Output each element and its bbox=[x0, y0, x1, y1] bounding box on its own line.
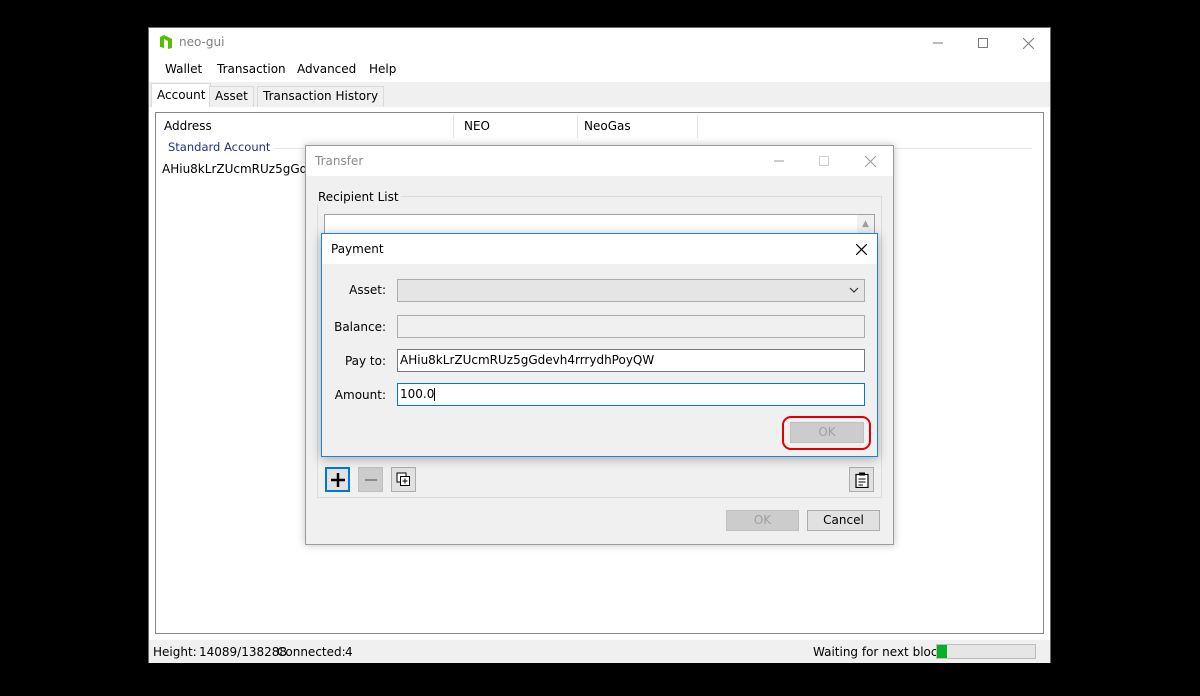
menu-advanced[interactable]: Advanced bbox=[297, 62, 356, 76]
column-address[interactable]: Address bbox=[158, 115, 454, 138]
payment-ok-button[interactable]: OK bbox=[790, 422, 864, 443]
payment-title: Payment bbox=[331, 242, 384, 256]
asset-select[interactable] bbox=[397, 279, 865, 302]
group-header-standard-account: Standard Account bbox=[168, 140, 271, 154]
title-bar: neo-gui bbox=[149, 28, 1050, 58]
tab-bar: Account Asset Transaction History bbox=[149, 82, 1050, 107]
chevron-down-icon bbox=[849, 287, 859, 293]
transfer-minimize-button[interactable] bbox=[756, 146, 802, 176]
chevron-up-icon: ▲ bbox=[862, 219, 869, 229]
plus-icon bbox=[330, 472, 345, 487]
amount-value: 100.0 bbox=[400, 387, 435, 401]
add-recipient-button[interactable] bbox=[325, 467, 350, 492]
height-value: 14089/138288 bbox=[199, 645, 288, 659]
menu-bar: Wallet Transaction Advanced Help bbox=[149, 58, 1050, 82]
pay-to-input[interactable]: AHiu8kLrZUcmRUz5gGdevh4rrrydhPoyQW bbox=[397, 349, 865, 372]
maximize-icon bbox=[819, 156, 829, 166]
column-neo[interactable]: NEO bbox=[458, 115, 578, 138]
amount-label: Amount: bbox=[334, 388, 386, 402]
status-bar: Height: 14089/138288 Connected: 4 Waitin… bbox=[149, 640, 1050, 663]
pay-to-label: Pay to: bbox=[344, 354, 386, 368]
connected-label: Connected: bbox=[277, 645, 346, 659]
connected-value: 4 bbox=[345, 645, 353, 659]
transfer-cancel-button[interactable]: Cancel bbox=[807, 510, 880, 531]
balance-label: Balance: bbox=[334, 320, 386, 334]
transfer-title: Transfer bbox=[315, 154, 364, 168]
progress-fill bbox=[937, 645, 947, 658]
remove-recipient-button[interactable] bbox=[358, 467, 383, 492]
maximize-icon bbox=[978, 38, 988, 48]
tab-asset[interactable]: Asset bbox=[209, 86, 254, 107]
height-label: Height: bbox=[153, 645, 197, 659]
payment-dialog: Payment Asset: Balance: Pay to: AHiu8kLr… bbox=[321, 233, 878, 457]
menu-help[interactable]: Help bbox=[369, 62, 396, 76]
tab-transaction-history[interactable]: Transaction History bbox=[257, 86, 385, 107]
transfer-title-bar: Transfer bbox=[306, 146, 893, 176]
scroll-up-button[interactable]: ▲ bbox=[857, 215, 874, 233]
duplicate-icon bbox=[396, 472, 410, 486]
close-icon bbox=[1022, 37, 1034, 49]
column-neogas[interactable]: NeoGas bbox=[578, 115, 698, 138]
clipboard-icon bbox=[854, 472, 869, 488]
minimize-button[interactable] bbox=[915, 28, 961, 58]
payment-close-button[interactable] bbox=[845, 234, 877, 264]
recipient-list[interactable]: ▲ bbox=[324, 214, 875, 234]
close-button[interactable] bbox=[1005, 28, 1051, 58]
asset-label: Asset: bbox=[349, 283, 386, 297]
minus-icon bbox=[364, 478, 377, 481]
transfer-maximize-button[interactable] bbox=[801, 146, 847, 176]
menu-transaction[interactable]: Transaction bbox=[217, 62, 286, 76]
next-block-progress bbox=[936, 644, 1036, 659]
duplicate-recipient-button[interactable] bbox=[391, 467, 416, 492]
amount-input[interactable]: 100.0 bbox=[397, 383, 865, 406]
window-title: neo-gui bbox=[179, 35, 225, 49]
text-caret bbox=[434, 388, 436, 401]
pay-to-value: AHiu8kLrZUcmRUz5gGdevh4rrrydhPoyQW bbox=[400, 353, 655, 367]
minimize-icon bbox=[774, 160, 784, 162]
close-icon bbox=[855, 243, 867, 255]
transfer-ok-button[interactable]: OK bbox=[726, 510, 799, 531]
next-block-label: Waiting for next block: bbox=[813, 645, 949, 659]
minimize-icon bbox=[933, 42, 943, 44]
menu-wallet[interactable]: Wallet bbox=[165, 62, 202, 76]
recipient-list-label: Recipient List bbox=[316, 190, 401, 204]
payment-title-bar: Payment bbox=[322, 234, 877, 264]
balance-field bbox=[397, 315, 865, 338]
tab-account[interactable]: Account bbox=[151, 83, 212, 107]
transfer-close-button[interactable] bbox=[847, 146, 893, 176]
close-icon bbox=[864, 155, 876, 167]
maximize-button[interactable] bbox=[960, 28, 1006, 58]
neo-logo-icon bbox=[160, 35, 172, 49]
paste-recipients-button[interactable] bbox=[849, 467, 874, 492]
